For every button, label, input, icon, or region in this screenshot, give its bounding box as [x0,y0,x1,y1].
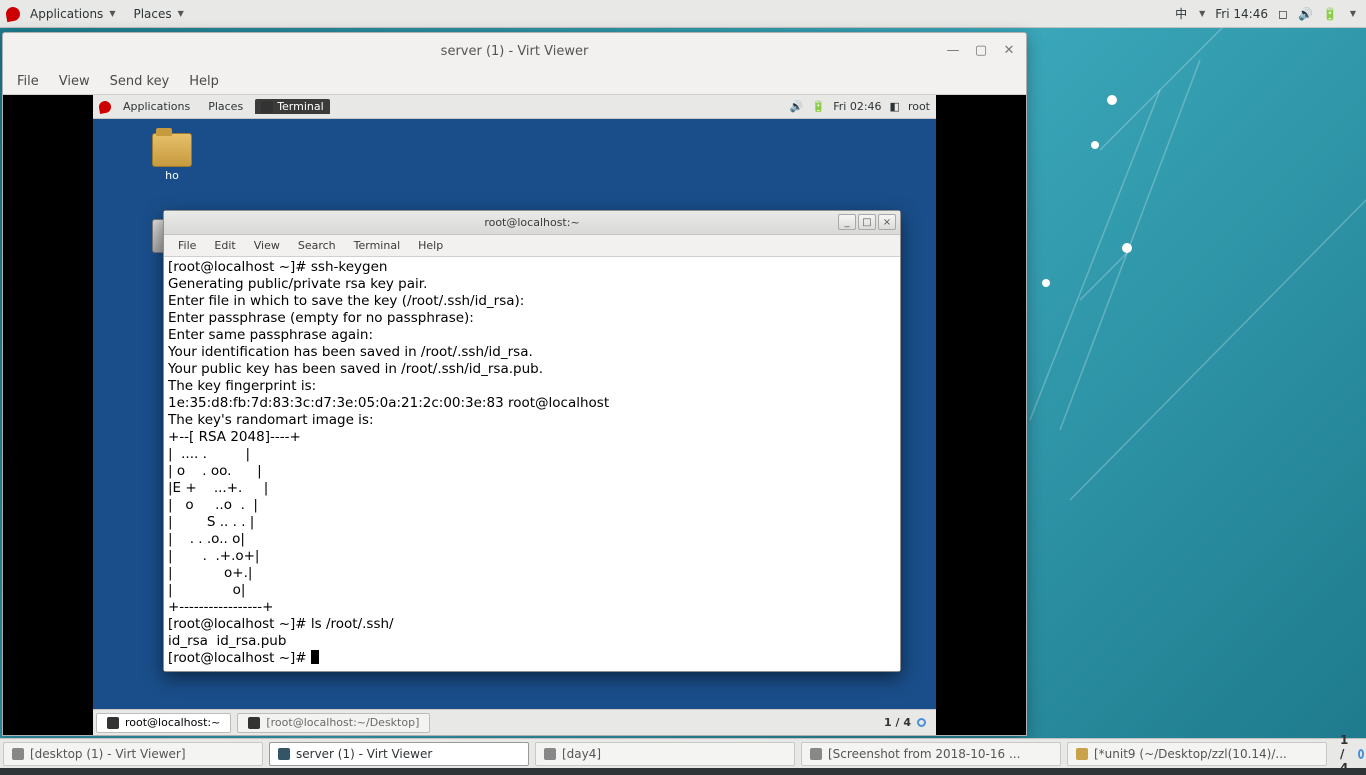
guest-bottom-panel: root@localhost:~ [root@localhost:~/Deskt… [93,709,936,735]
chevron-down-icon: ▼ [109,9,115,18]
guest-task-desktop-folder[interactable]: [root@localhost:~/Desktop] [237,713,430,733]
guest-top-panel: Applications Places Terminal 🔊 🔋 Fri 02:… [93,95,936,119]
guest-user[interactable]: root [908,100,930,113]
app-icon [544,748,556,760]
applications-label: Applications [30,7,103,21]
workspace-dot-icon [917,718,926,727]
chevron-down-icon: ▼ [1350,9,1356,18]
window-title: server (1) - Virt Viewer [441,44,589,59]
virt-viewer-display[interactable]: Applications Places Terminal 🔊 🔋 Fri 02:… [3,95,1026,735]
editor-icon [1076,748,1088,760]
task-day4[interactable]: [day4] [535,742,795,766]
terminal-menubar: File Edit View Search Terminal Help [164,235,900,257]
host-bottom-panel: [desktop (1) - Virt Viewer] server (1) -… [0,738,1366,768]
menu-file[interactable]: File [9,72,47,91]
term-menu-terminal[interactable]: Terminal [346,238,409,253]
guest-applications-menu[interactable]: Applications [117,99,196,114]
guest-places-menu[interactable]: Places [202,99,249,114]
chevron-down-icon: ▼ [1199,9,1205,18]
host-top-panel: Applications ▼ Places ▼ 中 ▼ Fri 14:46 ◻ … [0,0,1366,28]
workspace-dot-icon [1358,749,1364,759]
term-menu-help[interactable]: Help [410,238,451,253]
minimize-button[interactable]: — [942,39,964,61]
task-screenshot[interactable]: [Screenshot from 2018-10-16 ... [801,742,1061,766]
task-desktop-vv[interactable]: [desktop (1) - Virt Viewer] [3,742,263,766]
power-icon[interactable]: ◧ [890,100,900,113]
folder-icon [152,133,192,167]
volume-icon[interactable]: 🔊 [790,100,804,113]
applications-menu[interactable]: Applications ▼ [22,5,123,23]
host-workspace-indicator[interactable]: 1 / 4 [1330,733,1366,775]
close-button[interactable]: ✕ [998,39,1020,61]
distro-logo-icon [5,5,21,21]
volume-icon[interactable]: 🔊 [1298,7,1313,21]
host-desktop: Applications ▼ Places ▼ 中 ▼ Fri 14:46 ◻ … [0,0,1366,768]
virt-viewer-menubar: File View Send key Help [3,69,1026,95]
terminal-text: [root@localhost ~]# ssh-keygen Generatin… [168,259,609,666]
app-icon [12,748,24,760]
term-menu-view[interactable]: View [246,238,288,253]
maximize-button[interactable]: ▢ [970,39,992,61]
menu-view[interactable]: View [51,72,98,91]
image-viewer-icon [810,748,822,760]
battery-icon[interactable]: 🔋 [812,100,826,113]
virt-viewer-window[interactable]: server (1) - Virt Viewer — ▢ ✕ File View… [2,32,1027,736]
term-menu-edit[interactable]: Edit [206,238,243,253]
menu-help[interactable]: Help [181,72,227,91]
task-unit9[interactable]: [*unit9 (~/Desktop/zzl(10.14)/... [1067,742,1327,766]
terminal-titlebar[interactable]: root@localhost:~ _ □ × [164,211,900,235]
terminal-cursor [311,650,319,664]
battery-icon[interactable]: 🔋 [1323,7,1338,21]
gnome-terminal-window[interactable]: root@localhost:~ _ □ × File Edit View Se [163,210,901,672]
distro-logo-icon [98,100,112,114]
workspace-icon[interactable]: ◻ [1278,7,1288,21]
guest-desktop[interactable]: Applications Places Terminal 🔊 🔋 Fri 02:… [93,95,936,735]
minimize-button[interactable]: _ [838,214,856,230]
home-folder-icon[interactable]: ho [137,133,207,182]
close-button[interactable]: × [878,214,896,230]
terminal-output[interactable]: [root@localhost ~]# ssh-keygen Generatin… [164,257,900,671]
guest-terminal-app[interactable]: Terminal [255,99,330,114]
app-icon [278,748,290,760]
term-menu-search[interactable]: Search [290,238,344,253]
term-menu-file[interactable]: File [170,238,204,253]
menu-send-key[interactable]: Send key [102,72,178,91]
maximize-button[interactable]: □ [858,214,876,230]
virt-viewer-titlebar[interactable]: server (1) - Virt Viewer — ▢ ✕ [3,33,1026,69]
places-menu[interactable]: Places ▼ [125,5,191,23]
guest-task-terminal[interactable]: root@localhost:~ [96,713,231,733]
terminal-icon [107,717,119,729]
guest-workspace-indicator[interactable]: 1 / 4 [874,716,936,729]
terminal-icon [248,717,260,729]
task-server-vv[interactable]: server (1) - Virt Viewer [269,742,529,766]
guest-wallpaper[interactable]: ho Tr root@localhost:~ _ □ × [93,119,936,709]
home-label: ho [165,169,179,182]
guest-clock[interactable]: Fri 02:46 [833,100,881,113]
terminal-icon [261,101,273,113]
terminal-title: root@localhost:~ [484,216,579,229]
places-label: Places [133,7,171,21]
chevron-down-icon: ▼ [178,9,184,18]
clock[interactable]: Fri 14:46 [1215,7,1268,21]
ime-indicator[interactable]: 中 [1175,5,1187,22]
